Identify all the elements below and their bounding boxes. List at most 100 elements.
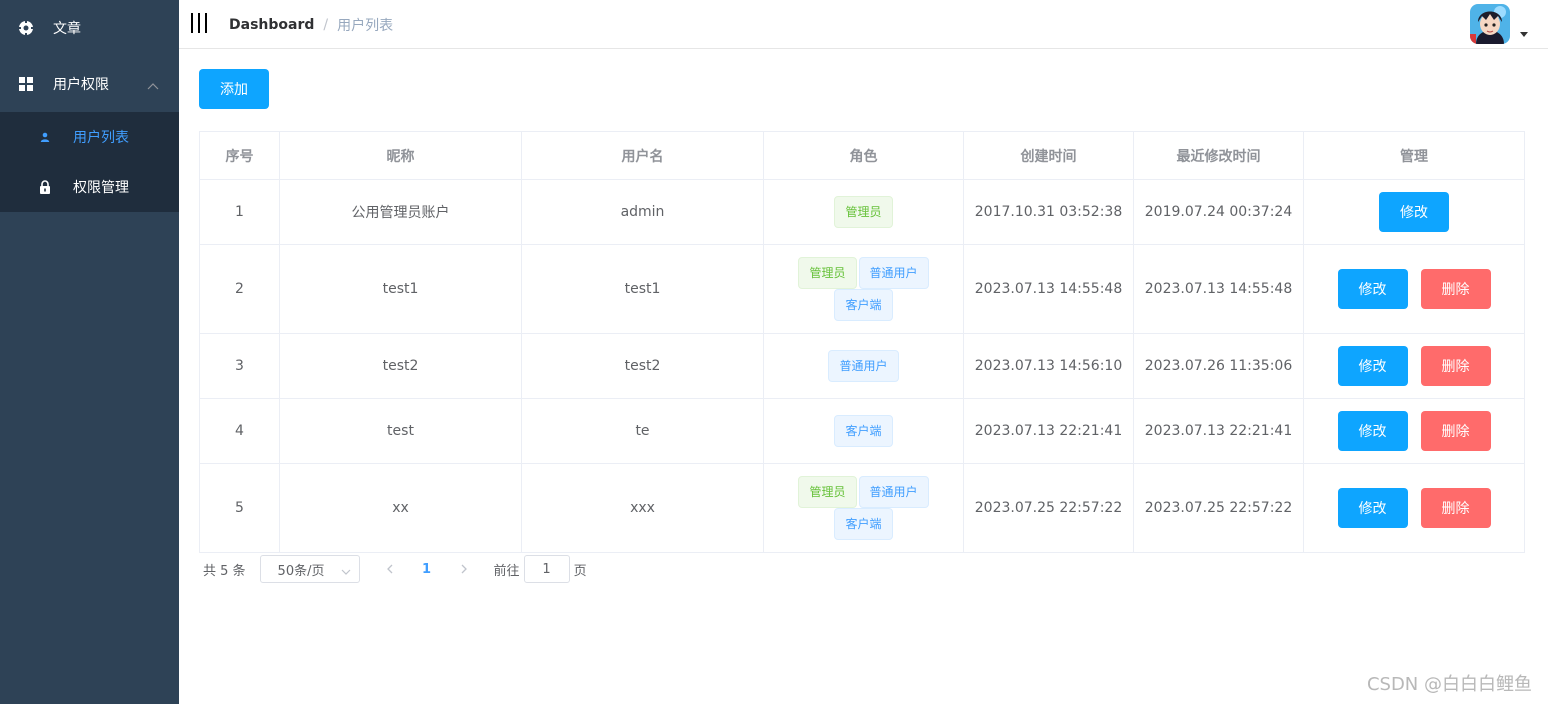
avatar[interactable] bbox=[1470, 4, 1510, 44]
role-tag: 客户端 bbox=[834, 415, 893, 447]
cell-username: xxx bbox=[521, 463, 764, 553]
cell-modified: 2023.07.25 22:57:22 bbox=[1133, 463, 1304, 553]
table-row: 5 xx xxx 管理员 普通用户 客户端 2023.07.25 22:57:22 2023.… bbox=[199, 463, 1525, 553]
role-tags: 客户端 bbox=[764, 415, 963, 447]
role-tag: 管理员 bbox=[798, 257, 857, 289]
chevron-left-icon bbox=[386, 564, 393, 574]
cell-created: 2023.07.13 14:56:10 bbox=[963, 333, 1134, 399]
table-row: 3 test2 test2 普通用户 2023.07.13 14:56:10 2023.0… bbox=[199, 333, 1525, 399]
cell-actions: 修改 删除 bbox=[1303, 398, 1525, 464]
chevron-up-icon bbox=[147, 78, 159, 94]
edit-button[interactable]: 修改 bbox=[1337, 411, 1408, 451]
lock-icon bbox=[38, 180, 52, 194]
cell-username: admin bbox=[521, 179, 764, 245]
edit-button[interactable]: 修改 bbox=[1337, 346, 1408, 386]
delete-button[interactable]: 删除 bbox=[1420, 346, 1491, 386]
next-page-button[interactable] bbox=[448, 555, 480, 583]
cell-roles: 客户端 bbox=[763, 398, 964, 464]
breadcrumb-current: 用户列表 bbox=[337, 18, 394, 34]
cell-index: 3 bbox=[199, 333, 280, 399]
role-tags: 管理员 bbox=[764, 196, 963, 228]
cell-index: 1 bbox=[199, 179, 280, 245]
cell-actions: 修改 删除 bbox=[1303, 333, 1525, 399]
main-content: 添加 序号 昵称 用户名 角色 创建时间 最近修改时间 管理 1 公用管理员账户 a… bbox=[179, 49, 1548, 704]
goto-suffix: 页 bbox=[573, 563, 587, 579]
cell-modified: 2019.07.24 00:37:24 bbox=[1133, 179, 1304, 245]
sidebar-item-user-list[interactable]: 用户列表 bbox=[0, 112, 179, 162]
sidebar-item-label: 用户列表 bbox=[73, 130, 129, 146]
delete-button[interactable]: 删除 bbox=[1420, 269, 1491, 309]
role-tag: 客户端 bbox=[834, 508, 893, 540]
cell-nickname: test1 bbox=[279, 244, 522, 334]
cell-nickname: 公用管理员账户 bbox=[279, 179, 522, 245]
cell-index: 4 bbox=[199, 398, 280, 464]
add-user-button[interactable]: 添加 bbox=[199, 69, 269, 109]
cell-roles: 管理员 普通用户 客户端 bbox=[763, 244, 964, 334]
role-tags: 普通用户 bbox=[764, 350, 963, 382]
breadcrumb-home[interactable]: Dashboard bbox=[229, 17, 314, 33]
pagination: 共 5 条 50条/页 1 前往 页 bbox=[203, 555, 587, 583]
sidebar-item-user-permissions[interactable]: 用户权限 bbox=[0, 56, 179, 112]
user-icon bbox=[38, 130, 52, 144]
hamburger-toggle-icon[interactable] bbox=[191, 13, 207, 33]
cell-created: 2023.07.13 22:21:41 bbox=[963, 398, 1134, 464]
role-tag: 客户端 bbox=[834, 289, 893, 321]
cell-created: 2017.10.31 03:52:38 bbox=[963, 179, 1134, 245]
role-tag: 普通用户 bbox=[858, 476, 929, 508]
top-header: Dashboard / 用户列表 bbox=[179, 0, 1548, 49]
sidebar: 文章 用户权限 用户列表 权限管理 bbox=[0, 0, 179, 704]
cell-actions: 修改 删除 bbox=[1303, 463, 1525, 553]
row-actions: 修改 删除 bbox=[1304, 346, 1524, 386]
grid-icon bbox=[18, 76, 34, 92]
column-header: 昵称 bbox=[279, 131, 522, 180]
table-header-row: 序号 昵称 用户名 角色 创建时间 最近修改时间 管理 bbox=[199, 131, 1525, 180]
goto-page-input[interactable] bbox=[523, 555, 570, 583]
edit-button[interactable]: 修改 bbox=[1337, 269, 1408, 309]
cell-roles: 普通用户 bbox=[763, 333, 964, 399]
sidebar-item-articles[interactable]: 文章 bbox=[0, 0, 179, 56]
chevron-right-icon bbox=[461, 564, 467, 574]
row-actions: 修改 bbox=[1304, 192, 1524, 232]
cell-created: 2023.07.13 14:55:48 bbox=[963, 244, 1134, 334]
sidebar-item-label: 文章 bbox=[53, 21, 81, 37]
cell-modified: 2023.07.26 11:35:06 bbox=[1133, 333, 1304, 399]
sidebar-item-label: 用户权限 bbox=[53, 77, 109, 93]
page-size-select[interactable]: 50条/页 bbox=[259, 555, 360, 583]
cell-actions: 修改 删除 bbox=[1303, 244, 1525, 334]
cell-index: 2 bbox=[199, 244, 280, 334]
cell-modified: 2023.07.13 22:21:41 bbox=[1133, 398, 1304, 464]
column-header: 用户名 bbox=[521, 131, 764, 180]
row-actions: 修改 删除 bbox=[1304, 411, 1524, 451]
table-row: 4 test te 客户端 2023.07.13 22:21:41 2023.07.13 … bbox=[199, 398, 1525, 464]
cell-nickname: test2 bbox=[279, 333, 522, 399]
edit-button[interactable]: 修改 bbox=[1379, 192, 1449, 232]
sidebar-item-label: 权限管理 bbox=[73, 180, 129, 196]
breadcrumb: Dashboard / 用户列表 bbox=[229, 15, 393, 35]
delete-button[interactable]: 删除 bbox=[1420, 488, 1491, 528]
pagination-total: 共 5 条 bbox=[203, 563, 246, 579]
cell-username: test2 bbox=[521, 333, 764, 399]
app-root: 文章 用户权限 用户列表 权限管理 Dashboard / 用户列表 添加 序号… bbox=[0, 0, 1548, 704]
cell-nickname: test bbox=[279, 398, 522, 464]
role-tag: 管理员 bbox=[798, 476, 857, 508]
role-tag: 普通用户 bbox=[858, 257, 929, 289]
sidebar-item-permission-management[interactable]: 权限管理 bbox=[0, 162, 179, 212]
cell-username: test1 bbox=[521, 244, 764, 334]
edit-button[interactable]: 修改 bbox=[1337, 488, 1408, 528]
cell-roles: 管理员 普通用户 客户端 bbox=[763, 463, 964, 553]
cell-created: 2023.07.25 22:57:22 bbox=[963, 463, 1134, 553]
chevron-down-icon bbox=[341, 565, 351, 580]
caret-down-icon[interactable] bbox=[1520, 32, 1528, 37]
delete-button[interactable]: 删除 bbox=[1420, 411, 1491, 451]
role-tag: 管理员 bbox=[834, 196, 893, 228]
column-header: 最近修改时间 bbox=[1133, 131, 1304, 180]
page-number-button[interactable]: 1 bbox=[406, 555, 448, 583]
page-jumper: 前往 页 bbox=[494, 555, 587, 583]
column-header: 角色 bbox=[763, 131, 964, 180]
cell-index: 5 bbox=[199, 463, 280, 553]
cell-nickname: xx bbox=[279, 463, 522, 553]
role-tags: 管理员 普通用户 客户端 bbox=[764, 257, 963, 321]
goto-prefix: 前往 bbox=[493, 563, 520, 579]
prev-page-button[interactable] bbox=[374, 555, 406, 583]
breadcrumb-separator: / bbox=[323, 17, 329, 33]
